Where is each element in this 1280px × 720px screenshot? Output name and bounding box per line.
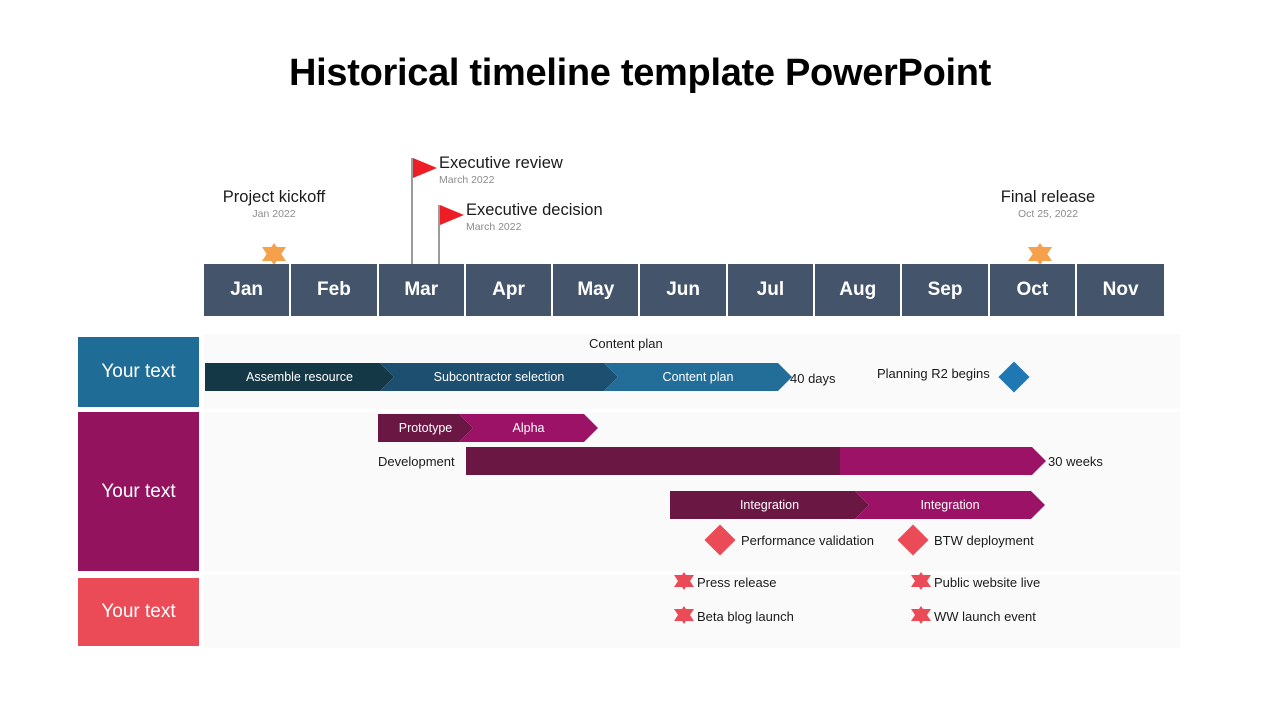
lane-2-chevron-row-mid: Integration Integration (670, 491, 1045, 519)
star-icon-project-kickoff (262, 242, 286, 266)
month-cell-feb[interactable]: Feb (291, 264, 379, 316)
star-icon-beta-blog-launch (674, 605, 694, 625)
lane-1-chevron-row: Assemble resource Subcontractor selectio… (205, 363, 792, 391)
milestone-label-performance-validation: Performance validation (741, 533, 874, 548)
chevron-label: Integration (920, 498, 980, 512)
lane-1-top-caption: Content plan (589, 336, 663, 351)
month-cell-may[interactable]: May (553, 264, 641, 316)
lane-2-chevron-row-top: Prototype Alpha (378, 414, 598, 442)
callout-title: Project kickoff (222, 188, 326, 206)
lane-label-text: Your text (101, 361, 176, 382)
star-icon-ww-launch-event (911, 605, 931, 625)
chevron-label: Alpha (512, 421, 545, 435)
lane-2-label[interactable]: Your text (78, 412, 199, 571)
callout-title: Executive review (439, 154, 563, 172)
month-cell-jun[interactable]: Jun (640, 264, 728, 316)
bar-development-phase-1[interactable] (466, 447, 840, 475)
month-cell-sep[interactable]: Sep (902, 264, 990, 316)
month-cell-jan[interactable]: Jan (204, 264, 292, 316)
slide-canvas: Historical timeline template PowerPoint … (0, 0, 1280, 720)
chevron-assemble-resource[interactable]: Assemble resource (205, 363, 394, 391)
chevron-subcontractor-selection[interactable]: Subcontractor selection (380, 363, 618, 391)
chevron-integration-1[interactable]: Integration (670, 491, 869, 519)
milestone-label-btw-deployment: BTW deployment (934, 533, 1034, 548)
callout-project-kickoff: Project kickoff Jan 2022 (174, 188, 374, 221)
chevron-label: Content plan (662, 370, 734, 384)
development-caption: Development (378, 454, 455, 469)
lane-1-label[interactable]: Your text (78, 337, 199, 407)
milestone-label-planning-r2: Planning R2 begins (877, 366, 990, 381)
star-icon-public-website-live (911, 571, 931, 591)
callout-date: March 2022 (466, 221, 522, 234)
chevron-label: Integration (739, 498, 800, 512)
chevron-label: Subcontractor selection (433, 370, 565, 384)
callout-title: Final release (1000, 188, 1096, 206)
lane-label-text: Your text (101, 480, 176, 502)
callout-executive-review: Executive review March 2022 (439, 154, 563, 187)
callout-date: Jan 2022 (252, 208, 296, 221)
bar-development-phase-2[interactable] (840, 447, 1046, 475)
callout-date: March 2022 (439, 174, 495, 187)
star-icon-press-release (674, 571, 694, 591)
chevron-label: Assemble resource (246, 370, 353, 384)
milestone-label-press-release: Press release (697, 575, 777, 590)
lane-3-label[interactable]: Your text (78, 578, 199, 646)
page-title: Historical timeline template PowerPoint (288, 52, 992, 94)
callout-title: Executive decision (466, 201, 603, 219)
month-axis: Jan Feb Mar Apr May Jun Jul Aug Sep Oct … (204, 264, 1165, 316)
callout-executive-decision: Executive decision March 2022 (466, 201, 603, 234)
chevron-content-plan[interactable]: Content plan (604, 363, 792, 391)
callout-final-release: Final release Oct 25, 2022 (948, 188, 1148, 221)
chevron-alpha[interactable]: Alpha (459, 414, 598, 442)
month-cell-jul[interactable]: Jul (727, 264, 816, 316)
milestone-label-ww-launch-event: WW launch event (934, 609, 1036, 624)
development-duration: 30 weeks (1048, 454, 1103, 469)
month-cell-aug[interactable]: Aug (815, 264, 903, 316)
month-cell-apr[interactable]: Apr (465, 264, 554, 316)
milestone-label-beta-blog-launch: Beta blog launch (697, 609, 794, 624)
callout-date: Oct 25, 2022 (1017, 208, 1079, 221)
lane-1-duration: 40 days (790, 371, 836, 386)
month-cell-oct[interactable]: Oct (989, 264, 1077, 316)
lane-label-text: Your text (101, 601, 176, 622)
month-cell-nov[interactable]: Nov (1076, 264, 1165, 316)
lane-2-development-row (466, 447, 1046, 475)
chevron-prototype[interactable]: Prototype (378, 414, 473, 442)
star-icon-final-release (1028, 242, 1052, 266)
chevron-label: Prototype (398, 421, 453, 435)
milestone-label-public-website-live: Public website live (934, 575, 1041, 590)
chevron-integration-2[interactable]: Integration (855, 491, 1045, 519)
month-cell-mar[interactable]: Mar (378, 264, 466, 316)
